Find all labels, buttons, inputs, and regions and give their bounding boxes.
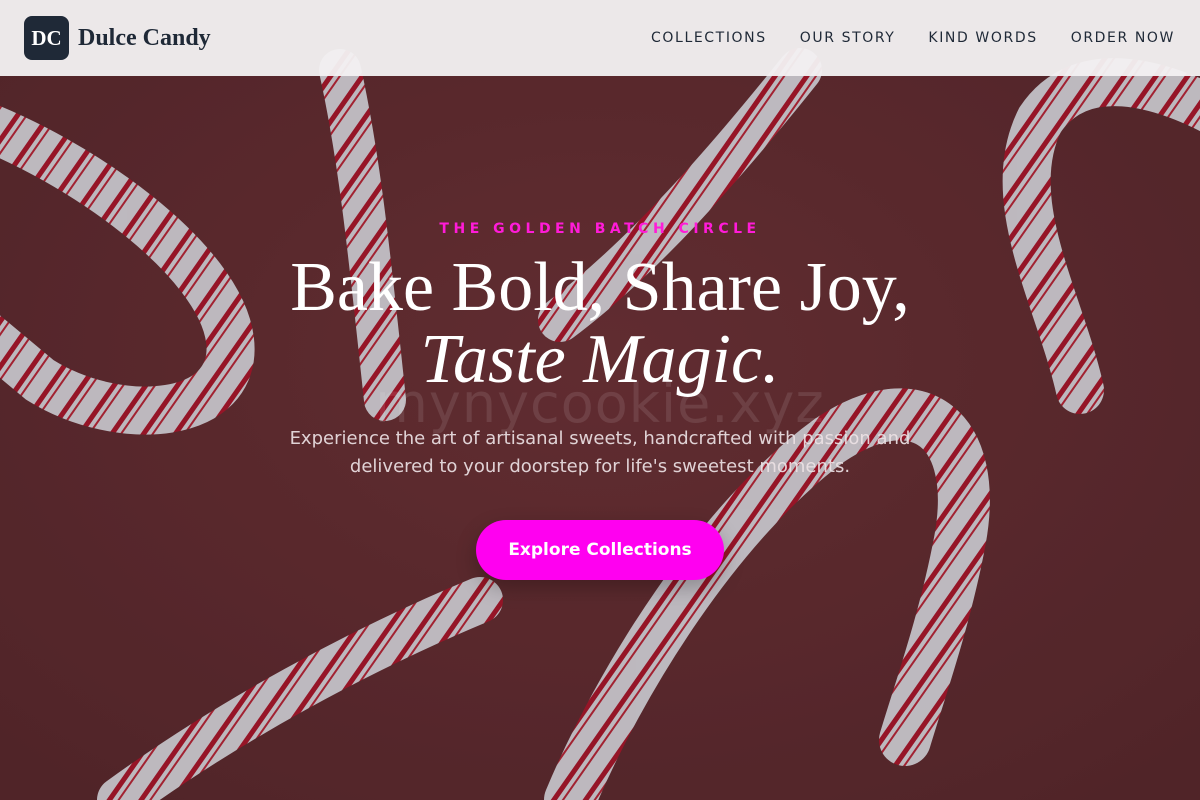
explore-collections-button[interactable]: Explore Collections bbox=[476, 520, 724, 580]
nav-our-story[interactable]: OUR STORY bbox=[800, 30, 896, 46]
logo-mark: DC bbox=[24, 16, 69, 60]
headline-line-2: Taste Magic. bbox=[420, 321, 780, 398]
nav-order-now[interactable]: ORDER NOW bbox=[1071, 30, 1175, 46]
nav-kind-words[interactable]: KIND WORDS bbox=[928, 30, 1037, 46]
brand-name: Dulce Candy bbox=[78, 24, 211, 51]
site-header: DC Dulce Candy COLLECTIONS OUR STORY KIN… bbox=[0, 0, 1200, 76]
hero-subtext: Experience the art of artisanal sweets, … bbox=[289, 428, 911, 477]
hero-section: THE GOLDEN BATCH CIRCLE Bake Bold, Share… bbox=[0, 0, 1200, 800]
nav-collections[interactable]: COLLECTIONS bbox=[651, 30, 767, 46]
landing-page: mynycookie.xyz DC Dulce Candy COLLECTION… bbox=[0, 0, 1200, 800]
main-nav: COLLECTIONS OUR STORY KIND WORDS ORDER N… bbox=[651, 30, 1176, 46]
hero-eyebrow: THE GOLDEN BATCH CIRCLE bbox=[439, 221, 761, 237]
brand-logo-link[interactable]: DC Dulce Candy bbox=[24, 16, 211, 60]
hero-headline: Bake Bold, Share Joy, Taste Magic. bbox=[0, 252, 1200, 396]
headline-line-1: Bake Bold, Share Joy, bbox=[290, 249, 910, 326]
